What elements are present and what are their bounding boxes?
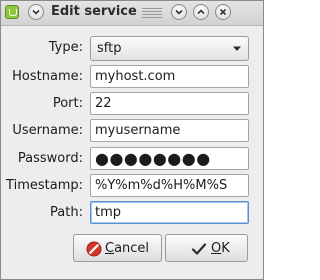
cancel-button-label: Cancel	[105, 241, 149, 256]
minimize-button[interactable]	[171, 4, 187, 20]
cancel-button[interactable]: Cancel	[73, 234, 162, 262]
port-input[interactable]: 22	[90, 92, 249, 115]
path-input[interactable]: tmp	[90, 201, 249, 224]
title-bar[interactable]: Edit service	[1, 1, 263, 26]
dropdown-arrow-icon	[233, 46, 241, 51]
path-label: Path:	[50, 205, 83, 220]
chevron-down-icon	[32, 9, 40, 15]
title-grip	[142, 8, 162, 18]
ok-label-rest: K	[221, 241, 230, 256]
hostname-label: Hostname:	[12, 69, 83, 84]
type-select[interactable]: sftp	[90, 36, 249, 61]
timestamp-label: Timestamp:	[6, 178, 83, 193]
cancel-label-rest: ancel	[114, 241, 150, 256]
cancel-mnemonic: C	[105, 241, 115, 256]
username-label: Username:	[12, 123, 83, 138]
ok-button-label: OK	[211, 241, 230, 256]
minimize-icon	[175, 9, 183, 15]
close-button[interactable]	[215, 4, 231, 20]
hostname-input[interactable]: myhost.com	[90, 65, 249, 88]
maximize-button[interactable]	[193, 4, 209, 20]
cancel-icon	[86, 241, 102, 257]
timestamp-input[interactable]: %Y%m%d%H%M%S	[90, 174, 249, 197]
edit-service-dialog: Edit service Type: sftp Hostname: myhost…	[0, 0, 264, 280]
type-select-value: sftp	[97, 41, 122, 56]
ok-mnemonic: O	[211, 241, 222, 256]
mint-app-icon	[5, 5, 19, 19]
checkmark-icon	[191, 243, 207, 255]
password-label: Password:	[17, 151, 83, 166]
type-label: Type:	[48, 40, 83, 55]
maximize-icon	[197, 9, 205, 15]
window-title: Edit service	[51, 4, 137, 19]
password-input[interactable]: ●●●●●●●●	[90, 147, 249, 170]
window-menu-button[interactable]	[28, 4, 44, 20]
port-label: Port:	[52, 96, 83, 111]
close-icon	[219, 8, 227, 16]
username-input[interactable]: myusername	[90, 119, 249, 142]
ok-button[interactable]: OK	[165, 234, 248, 262]
